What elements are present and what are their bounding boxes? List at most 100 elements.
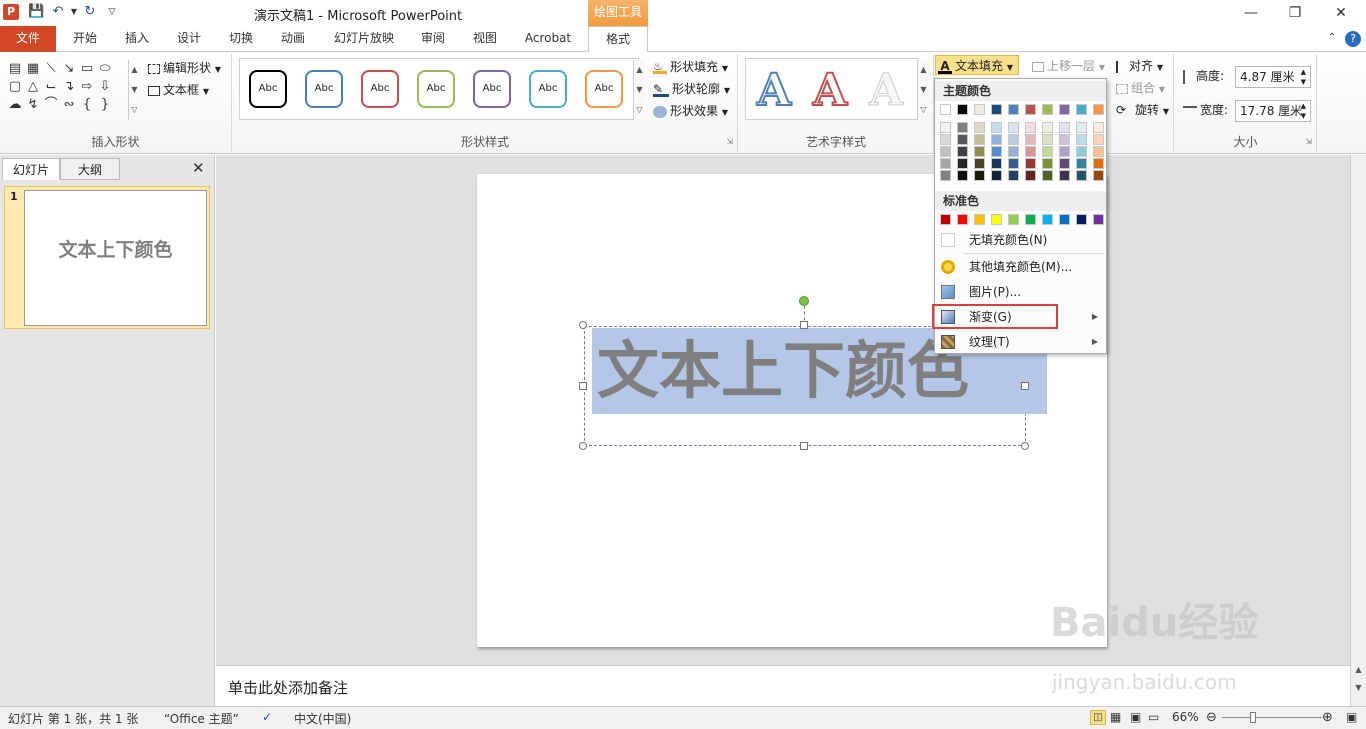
resize-handle-bottom-right[interactable] [1021, 442, 1029, 450]
bring-forward-button[interactable]: 上移一层 ▼ [1032, 56, 1105, 76]
theme-color-shade-swatch[interactable] [1008, 158, 1019, 169]
theme-color-shade-swatch[interactable] [974, 170, 985, 181]
right-arrow-shape-icon[interactable]: ⇨ [78, 78, 96, 96]
resize-handle-top-left[interactable] [579, 321, 587, 329]
slide-thumbnail-item[interactable]: 1 文本上下颜色 [4, 186, 210, 329]
left-brace-shape-icon[interactable]: { [78, 96, 96, 114]
callout-shape-icon[interactable]: ☁ [6, 96, 24, 114]
tab-insert[interactable]: 插入 [112, 26, 162, 52]
wordart-style-3[interactable]: A [868, 65, 903, 116]
theme-color-shade-swatch[interactable] [1076, 146, 1087, 157]
zoom-slider-thumb[interactable] [1250, 712, 1256, 723]
curve-shape-icon[interactable]: ∾ [60, 96, 78, 114]
elbow-arrow-icon[interactable]: ↴ [60, 78, 78, 96]
theme-color-shade-swatch[interactable] [974, 146, 985, 157]
spinner-icon[interactable]: ▲ ▼ [1301, 67, 1306, 87]
standard-color-swatch[interactable] [1059, 214, 1070, 225]
wordart-style-1[interactable]: A [756, 65, 792, 117]
theme-color-shade-swatch[interactable] [957, 146, 968, 157]
customize-quick-access-icon[interactable]: ▽ [104, 4, 120, 20]
zoom-slider[interactable] [1222, 717, 1322, 718]
powerpoint-app-icon[interactable]: P [3, 4, 19, 20]
arc-shape-icon[interactable]: ⌒ [42, 96, 60, 114]
theme-color-shade-swatch[interactable] [974, 158, 985, 169]
minimize-icon[interactable]: — [1236, 3, 1266, 23]
shape-style-2[interactable]: Abc [305, 70, 343, 108]
spellcheck-icon[interactable]: ✓ [262, 710, 272, 724]
undo-icon[interactable]: ↶ [50, 4, 66, 20]
menu-texture[interactable]: 纹理(T) ▶ [935, 330, 1106, 354]
align-button[interactable]: 对齐 ▼ [1116, 56, 1163, 76]
shape-style-6[interactable]: Abc [529, 70, 567, 108]
theme-color-shade-swatch[interactable] [1093, 158, 1104, 169]
theme-color-swatch[interactable] [957, 104, 968, 115]
theme-color-shade-swatch[interactable] [940, 170, 951, 181]
tab-view[interactable]: 视图 [460, 26, 510, 52]
theme-color-swatch[interactable] [1059, 104, 1070, 115]
oval-shape-icon[interactable]: ⬭ [96, 60, 114, 78]
slide-thumbnail[interactable]: 文本上下颜色 [24, 190, 207, 326]
theme-color-swatch[interactable] [991, 104, 1002, 115]
restore-icon[interactable]: ❐ [1280, 3, 1310, 23]
tab-format[interactable]: 格式 [588, 26, 648, 53]
theme-color-swatch[interactable] [1008, 104, 1019, 115]
theme-color-shade-swatch[interactable] [1093, 146, 1104, 157]
vertical-scrollbar[interactable] [1350, 155, 1366, 665]
standard-color-swatch[interactable] [991, 214, 1002, 225]
tab-outline[interactable]: 大纲 [60, 158, 120, 180]
shape-outline-button[interactable]: ✎ 形状轮廓 ▼ [653, 79, 730, 99]
theme-color-shade-swatch[interactable] [1008, 146, 1019, 157]
shape-style-7[interactable]: Abc [585, 70, 623, 108]
theme-color-shade-swatch[interactable] [1093, 134, 1104, 145]
theme-color-swatch[interactable] [1025, 104, 1036, 115]
shapes-gallery-scroll[interactable]: ▲ ▼ ▽ [128, 60, 140, 120]
theme-color-shade-swatch[interactable] [1059, 134, 1070, 145]
menu-more-colors[interactable]: 其他填充颜色(M)... [935, 255, 1106, 279]
resize-handle-top[interactable] [800, 321, 808, 329]
theme-color-shade-swatch[interactable] [940, 158, 951, 169]
tab-review[interactable]: 审阅 [408, 26, 458, 52]
shape-style-5[interactable]: Abc [473, 70, 511, 108]
theme-color-shade-swatch[interactable] [974, 134, 985, 145]
width-field[interactable]: 17.78 厘米 ▲ ▼ [1235, 100, 1311, 122]
theme-color-shade-swatch[interactable] [1008, 170, 1019, 181]
triangle-shape-icon[interactable]: △ [24, 78, 42, 96]
shape-style-3[interactable]: Abc [361, 70, 399, 108]
theme-color-shade-swatch[interactable] [991, 158, 1002, 169]
zoom-out-icon[interactable]: ⊖ [1206, 710, 1217, 725]
theme-color-shade-swatch[interactable] [1025, 134, 1036, 145]
theme-color-shade-swatch[interactable] [957, 170, 968, 181]
edit-shape-button[interactable]: 编辑形状 ▼ [148, 58, 221, 78]
arrow-line-shape-icon[interactable]: ↘ [60, 60, 78, 78]
slide-sorter-view-icon[interactable]: ▦ [1110, 710, 1121, 724]
theme-color-shade-swatch[interactable] [1008, 122, 1019, 133]
undo-dropdown-icon[interactable]: ▼ [66, 4, 82, 20]
dialog-launcher-icon[interactable]: ⇲ [1305, 137, 1312, 146]
minimize-ribbon-icon[interactable]: ⌃ [1324, 26, 1340, 52]
theme-color-shade-swatch[interactable] [1076, 158, 1087, 169]
textbox-shape-icon[interactable]: ▤ [6, 60, 24, 78]
zoom-in-icon[interactable]: ⊕ [1322, 710, 1333, 725]
theme-color-swatch[interactable] [1093, 104, 1104, 115]
theme-color-shade-swatch[interactable] [1042, 122, 1053, 133]
elbow-connector-icon[interactable]: ⌙ [42, 78, 60, 96]
textbox-button[interactable]: 文本框 ▼ [148, 80, 209, 100]
theme-color-swatch[interactable] [940, 104, 951, 115]
theme-color-shade-swatch[interactable] [1025, 170, 1036, 181]
standard-color-swatch[interactable] [974, 214, 985, 225]
theme-color-shade-swatch[interactable] [1025, 146, 1036, 157]
theme-color-shade-swatch[interactable] [957, 158, 968, 169]
standard-color-swatch[interactable] [957, 214, 968, 225]
dialog-launcher-icon[interactable]: ⇲ [726, 137, 733, 146]
fit-to-window-icon[interactable]: ▣ [1346, 710, 1357, 724]
theme-color-shade-swatch[interactable] [1076, 122, 1087, 133]
rotate-handle[interactable] [799, 296, 809, 306]
theme-color-shade-swatch[interactable] [991, 122, 1002, 133]
save-icon[interactable]: 💾 [28, 4, 44, 20]
tab-home[interactable]: 开始 [60, 26, 110, 52]
resize-handle-left[interactable] [579, 382, 587, 390]
theme-color-shade-swatch[interactable] [1076, 170, 1087, 181]
shape-styles-scroll[interactable]: ▲ ▼ ▽ [633, 60, 645, 120]
help-icon[interactable]: ? [1344, 26, 1362, 52]
tab-animations[interactable]: 动画 [268, 26, 318, 52]
